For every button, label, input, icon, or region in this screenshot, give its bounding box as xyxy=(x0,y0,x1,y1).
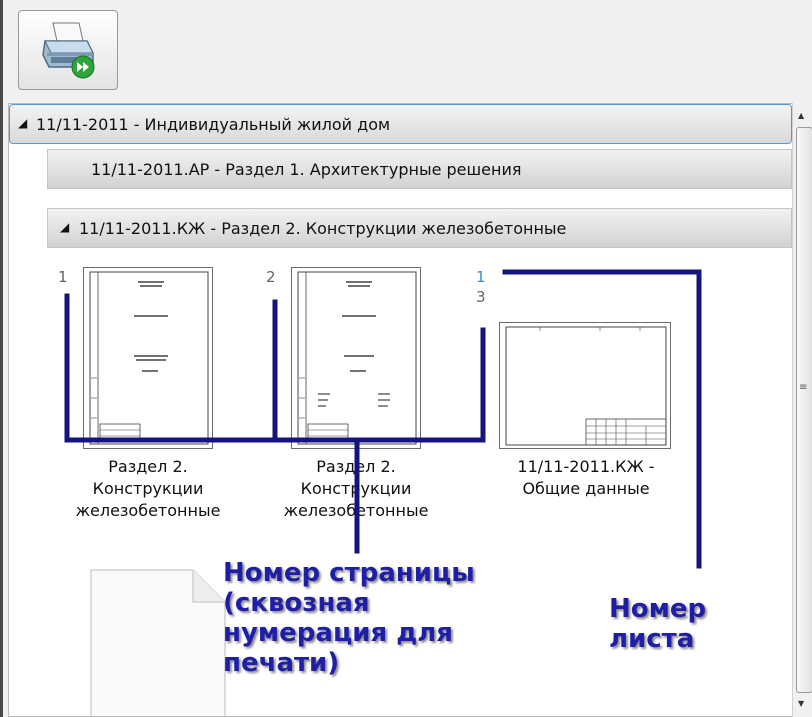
annotation-line: листа xyxy=(609,624,695,654)
sheet-number-annotation: Номер листа xyxy=(609,594,706,654)
annotation-line: (сквозная xyxy=(223,588,370,618)
vertical-scrollbar[interactable]: ▲ ≡ ▼ xyxy=(792,103,812,717)
document-tree: ◢ 11/11-2011 - Индивидуальный жилой дом … xyxy=(8,103,792,717)
scrollbar-thumb[interactable]: ≡ xyxy=(796,127,812,693)
annotation-line: нумерация для xyxy=(223,618,453,648)
printer-icon xyxy=(42,22,95,79)
grip-icon: ≡ xyxy=(799,382,808,393)
annotation-line: Номер xyxy=(609,594,707,624)
scroll-up-arrow-icon[interactable]: ▲ xyxy=(798,111,804,120)
toolbar xyxy=(8,0,812,100)
print-button[interactable] xyxy=(18,10,118,90)
window-left-border xyxy=(0,0,8,717)
page-number-annotation: Номер страницы (сквозная нумерация для п… xyxy=(223,558,475,678)
annotation-line: печати) xyxy=(223,648,340,678)
scroll-down-arrow-icon[interactable]: ▼ xyxy=(798,699,804,708)
annotation-line: Номер страницы xyxy=(223,558,475,588)
